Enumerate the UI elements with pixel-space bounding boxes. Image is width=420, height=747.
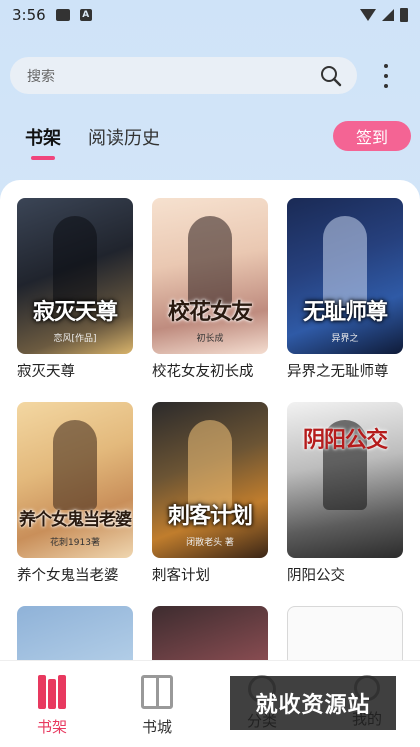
book-cover[interactable] <box>152 606 268 660</box>
cover-author: 恋风[作品] <box>53 334 97 344</box>
cover-title: 校花女友 <box>167 299 253 325</box>
book-cover[interactable] <box>17 606 133 660</box>
book-cover[interactable]: 养个女鬼当老婆 花刺1913著 <box>17 402 133 558</box>
book-title: 校花女友初长成 <box>152 364 254 380</box>
book-cover-placeholder[interactable] <box>287 606 403 660</box>
image-notification-icon <box>55 9 70 21</box>
bookshelf-icon <box>36 675 68 709</box>
cover-title: 寂灭天尊 <box>32 299 118 325</box>
search-input[interactable]: 搜索 <box>27 66 319 86</box>
book-item[interactable] <box>152 606 268 660</box>
cover-title: 阴阳公交 <box>302 427 388 453</box>
book-item[interactable]: 无耻师尊 异界之 异界之无耻师尊 <box>287 198 403 381</box>
book-title: 阴阳公交 <box>287 568 345 584</box>
nav-label: 书架 <box>36 718 67 736</box>
signal-icon <box>382 9 394 21</box>
cover-title: 刺客计划 <box>167 503 253 529</box>
nav-bookstore[interactable]: 书城 <box>127 675 187 737</box>
nav-bookshelf[interactable]: 书架 <box>22 675 82 737</box>
cover-author: 闭散老头 著 <box>186 538 234 548</box>
status-bar: 3:56 A <box>0 0 420 30</box>
search-bar[interactable]: 搜索 <box>10 57 357 94</box>
cover-author: 异界之 <box>331 334 359 344</box>
active-tab-indicator <box>31 156 55 160</box>
a-notification-icon: A <box>79 9 92 21</box>
tab-reading-history[interactable]: 阅读历史 <box>88 124 160 150</box>
nav-label: 书城 <box>141 718 172 736</box>
book-title: 异界之无耻师尊 <box>287 364 389 380</box>
more-options-icon[interactable] <box>376 64 396 88</box>
watermark-overlay: 就收资源站 <box>230 676 396 730</box>
book-cover[interactable]: 阴阳公交 <box>287 402 403 558</box>
book-cover[interactable]: 刺客计划 闭散老头 著 <box>152 402 268 558</box>
cover-title: 无耻师尊 <box>302 299 388 325</box>
book-item[interactable]: 刺客计划 闭散老头 著 刺客计划 <box>152 402 268 585</box>
book-icon <box>141 675 173 709</box>
wifi-icon <box>360 9 376 21</box>
book-title: 养个女鬼当老婆 <box>17 568 119 584</box>
book-cover[interactable]: 校花女友 初长成 <box>152 198 268 354</box>
cover-author: 花刺1913著 <box>50 538 100 548</box>
book-item[interactable]: 养个女鬼当老婆 花刺1913著 养个女鬼当老婆 <box>17 402 133 585</box>
battery-icon <box>400 8 408 22</box>
book-item[interactable]: 校花女友 初长成 校花女友初长成 <box>152 198 268 381</box>
tab-bookshelf[interactable]: 书架 <box>25 124 61 150</box>
book-item[interactable]: 寂灭天尊 恋风[作品] 寂灭天尊 <box>17 198 133 381</box>
book-title: 刺客计划 <box>152 568 210 584</box>
book-cover[interactable]: 寂灭天尊 恋风[作品] <box>17 198 133 354</box>
book-cover[interactable]: 无耻师尊 异界之 <box>287 198 403 354</box>
checkin-button[interactable]: 签到 <box>333 121 411 151</box>
cover-author: 初长成 <box>196 334 224 344</box>
book-item[interactable]: 阴阳公交 阴阳公交 <box>287 402 403 585</box>
status-time: 3:56 <box>12 6 46 24</box>
book-title: 寂灭天尊 <box>17 364 75 380</box>
search-icon[interactable] <box>319 64 343 88</box>
cover-title: 养个女鬼当老婆 <box>19 510 132 530</box>
bookshelf-grid: 寂灭天尊 恋风[作品] 寂灭天尊 校花女友 初长成 校花女友初长成 无耻师尊 异… <box>0 180 420 660</box>
add-book-placeholder[interactable] <box>287 606 403 660</box>
book-item[interactable] <box>17 606 133 660</box>
